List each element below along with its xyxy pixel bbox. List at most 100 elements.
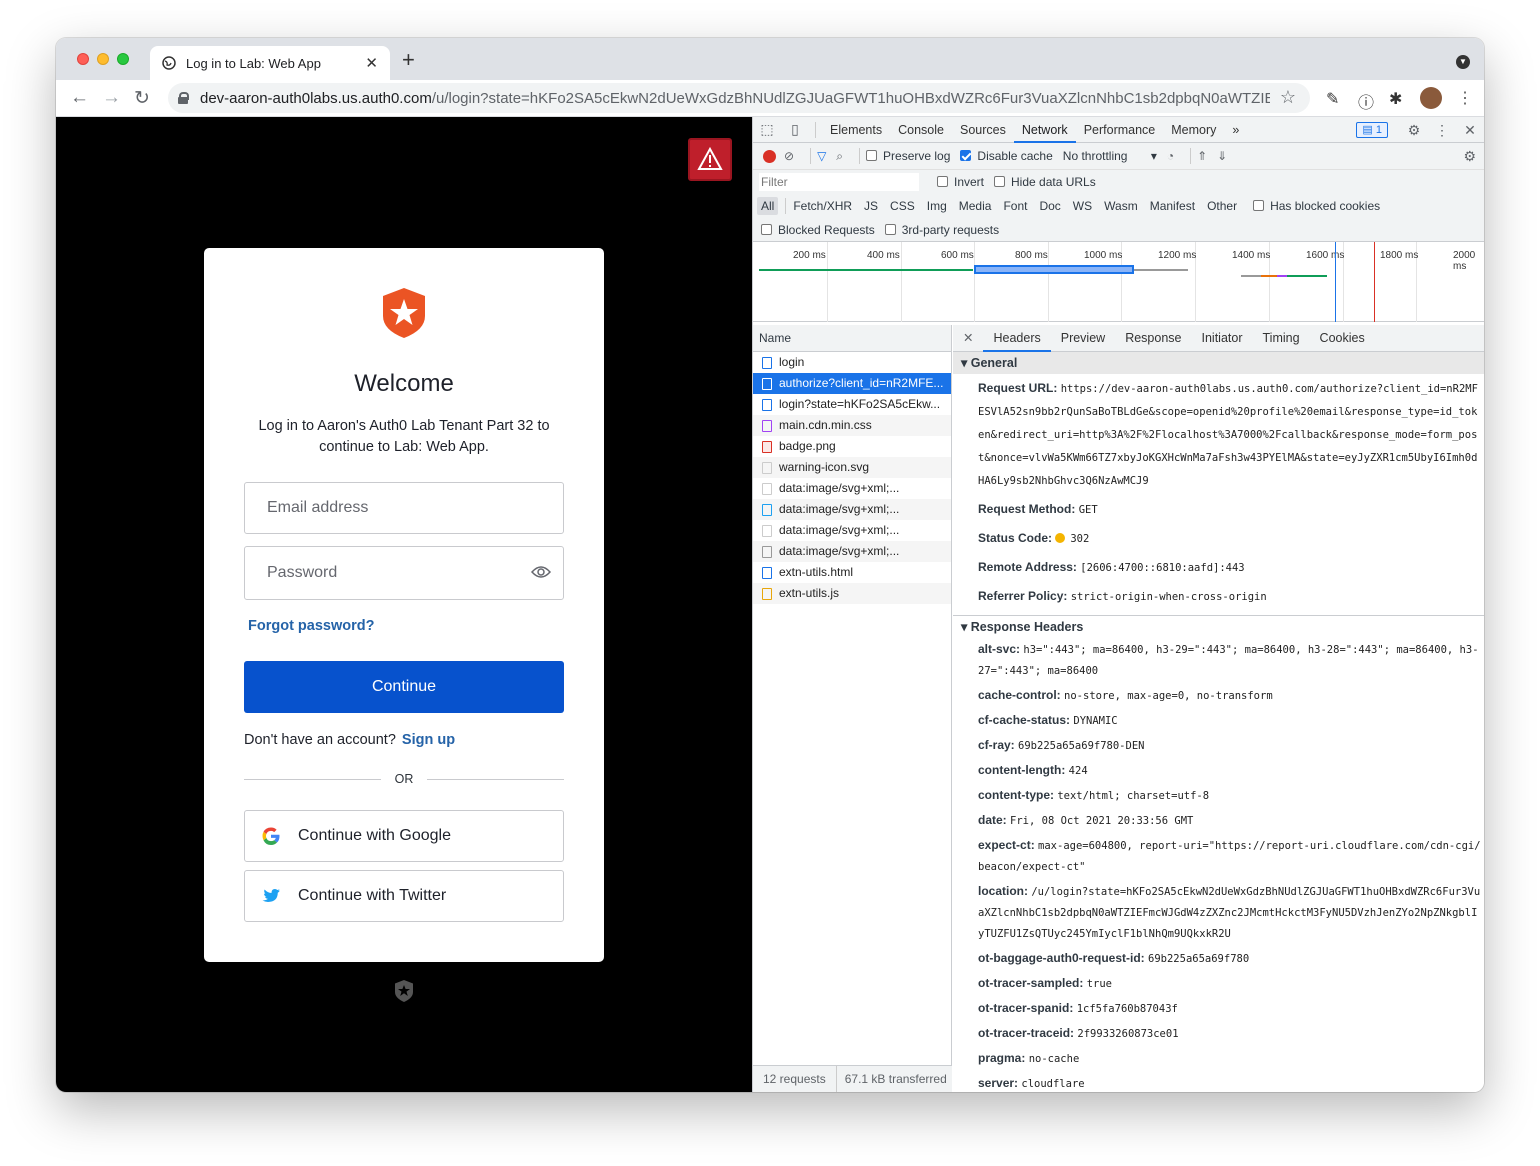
network-timeline[interactable]: 200 ms 400 ms 600 ms 800 ms 1000 ms 1200…: [753, 242, 1484, 322]
filter-input[interactable]: Filter: [759, 173, 919, 191]
request-row[interactable]: warning-icon.svg: [753, 457, 951, 478]
request-row-selected[interactable]: authorize?client_id=nR2MFE...: [753, 373, 951, 394]
header-row: cf-cache-status: DYNAMIC: [953, 708, 1484, 733]
preserve-log-checkbox[interactable]: Preserve log: [866, 149, 950, 163]
tab-close-icon[interactable]: ✕: [365, 54, 378, 72]
tab-performance[interactable]: Performance: [1076, 117, 1164, 143]
request-row[interactable]: extn-utils.html: [753, 562, 951, 583]
tab-preview[interactable]: Preview: [1051, 325, 1115, 352]
page-viewport: Welcome Log in to Aaron's Auth0 Lab Tena…: [56, 117, 752, 1092]
close-window-button[interactable]: [77, 53, 89, 65]
network-settings-gear-icon[interactable]: ⚙: [1463, 148, 1476, 165]
export-har-icon[interactable]: ⇓: [1217, 149, 1227, 163]
hide-data-urls-checkbox[interactable]: Hide data URLs: [994, 175, 1096, 189]
header-row: server: cloudflare: [953, 1071, 1484, 1092]
tab-sources[interactable]: Sources: [952, 117, 1014, 143]
type-manifest[interactable]: Manifest: [1146, 197, 1199, 215]
blocked-requests-checkbox[interactable]: Blocked Requests: [761, 223, 875, 237]
warning-badge[interactable]: [688, 138, 732, 181]
extension-dropper-icon[interactable]: ✎: [1326, 89, 1339, 109]
devtools-menu-icon[interactable]: ⋮: [1428, 122, 1456, 139]
request-row[interactable]: extn-utils.js: [753, 583, 951, 604]
type-img[interactable]: Img: [923, 197, 951, 215]
has-blocked-cookies-checkbox[interactable]: Has blocked cookies: [1253, 199, 1380, 213]
import-har-icon[interactable]: ⇑: [1197, 149, 1207, 163]
request-row[interactable]: login: [753, 352, 951, 373]
more-tabs-icon[interactable]: »: [1224, 117, 1247, 143]
type-font[interactable]: Font: [999, 197, 1031, 215]
type-js[interactable]: JS: [860, 197, 882, 215]
forward-icon[interactable]: →: [102, 87, 121, 109]
request-row[interactable]: login?state=hKFo2SA5cEkw...: [753, 394, 951, 415]
extension-info-icon[interactable]: ⓘ: [1358, 89, 1374, 113]
type-ws[interactable]: WS: [1069, 197, 1096, 215]
record-icon[interactable]: [763, 149, 776, 163]
device-toolbar-icon[interactable]: ▯: [781, 121, 809, 138]
forgot-password-link[interactable]: Forgot password?: [248, 618, 374, 634]
header-value: text/html; charset=utf-8: [1057, 790, 1210, 802]
settings-gear-icon[interactable]: ⚙: [1400, 122, 1428, 139]
address-bar[interactable]: dev-aaron-auth0labs.us.auth0.com/u/login…: [168, 83, 1310, 113]
filter-funnel-icon[interactable]: ▽: [817, 149, 826, 163]
type-wasm[interactable]: Wasm: [1100, 197, 1142, 215]
tab-response[interactable]: Response: [1115, 325, 1191, 352]
type-all[interactable]: All: [757, 197, 779, 215]
request-row[interactable]: data:image/svg+xml;...: [753, 478, 951, 499]
clear-icon[interactable]: ⊘: [784, 149, 794, 163]
type-css[interactable]: CSS: [886, 197, 919, 215]
new-tab-button[interactable]: +: [402, 47, 415, 73]
continue-button[interactable]: Continue: [244, 661, 564, 713]
signup-link[interactable]: Sign up: [402, 732, 455, 748]
type-doc[interactable]: Doc: [1035, 197, 1064, 215]
type-media[interactable]: Media: [955, 197, 996, 215]
throttling-select[interactable]: No throttling ▾: [1063, 149, 1157, 163]
extensions-puzzle-icon[interactable]: ✱: [1389, 89, 1402, 109]
browser-menu-icon[interactable]: ⋮: [1457, 88, 1473, 108]
tab-search-icon[interactable]: ▼: [1456, 55, 1470, 69]
email-field[interactable]: Email address: [244, 482, 564, 534]
reload-icon[interactable]: ↻: [134, 87, 150, 110]
tab-elements[interactable]: Elements: [822, 117, 890, 143]
third-party-checkbox[interactable]: 3rd-party requests: [884, 223, 999, 237]
header-key: content-type:: [978, 788, 1054, 802]
tab-headers[interactable]: Headers: [983, 325, 1051, 352]
twitter-login-button[interactable]: Continue with Twitter: [244, 870, 564, 922]
tab-console[interactable]: Console: [890, 117, 952, 143]
tab-initiator[interactable]: Initiator: [1192, 325, 1253, 352]
back-icon[interactable]: ←: [70, 87, 89, 109]
search-icon[interactable]: ⌕: [836, 149, 843, 164]
tab-timing[interactable]: Timing: [1253, 325, 1310, 352]
lock-icon[interactable]: [178, 92, 189, 104]
close-details-icon[interactable]: ✕: [953, 325, 983, 352]
tab-network[interactable]: Network: [1013, 117, 1076, 143]
minimize-window-button[interactable]: [97, 53, 109, 65]
name-column-header[interactable]: Name: [753, 325, 951, 352]
password-field[interactable]: Password: [244, 546, 564, 600]
request-row[interactable]: data:image/svg+xml;...: [753, 499, 951, 520]
browser-tab[interactable]: Log in to Lab: Web App ✕: [150, 46, 390, 80]
tab-memory[interactable]: Memory: [1163, 117, 1224, 143]
header-value: 424: [1068, 765, 1088, 777]
issues-badge[interactable]: ▤ 1: [1356, 122, 1388, 138]
general-section-header[interactable]: ▾ General: [953, 352, 1484, 374]
type-other[interactable]: Other: [1203, 197, 1241, 215]
inspect-element-icon[interactable]: ⬚: [753, 121, 781, 138]
request-row[interactable]: badge.png: [753, 436, 951, 457]
timeline-tick: 1600 ms: [1306, 250, 1345, 261]
request-row[interactable]: data:image/svg+xml;...: [753, 520, 951, 541]
timeline-tick: 400 ms: [867, 250, 900, 261]
profile-avatar[interactable]: [1420, 87, 1442, 109]
disable-cache-checkbox[interactable]: Disable cache: [960, 149, 1053, 163]
google-login-button[interactable]: Continue with Google: [244, 810, 564, 862]
maximize-window-button[interactable]: [117, 53, 129, 65]
close-devtools-icon[interactable]: ✕: [1456, 122, 1484, 139]
tab-cookies[interactable]: Cookies: [1310, 325, 1375, 352]
invert-checkbox[interactable]: Invert: [937, 175, 984, 189]
show-password-eye-icon[interactable]: [531, 564, 551, 580]
response-headers-section-header[interactable]: ▾ Response Headers: [953, 615, 1484, 637]
bookmark-star-icon[interactable]: ☆: [1280, 87, 1296, 108]
network-conditions-icon[interactable]: ◔: [1167, 149, 1174, 163]
request-row[interactable]: data:image/svg+xml;...: [753, 541, 951, 562]
request-row[interactable]: main.cdn.min.css: [753, 415, 951, 436]
type-fetch-xhr[interactable]: Fetch/XHR: [789, 197, 856, 215]
